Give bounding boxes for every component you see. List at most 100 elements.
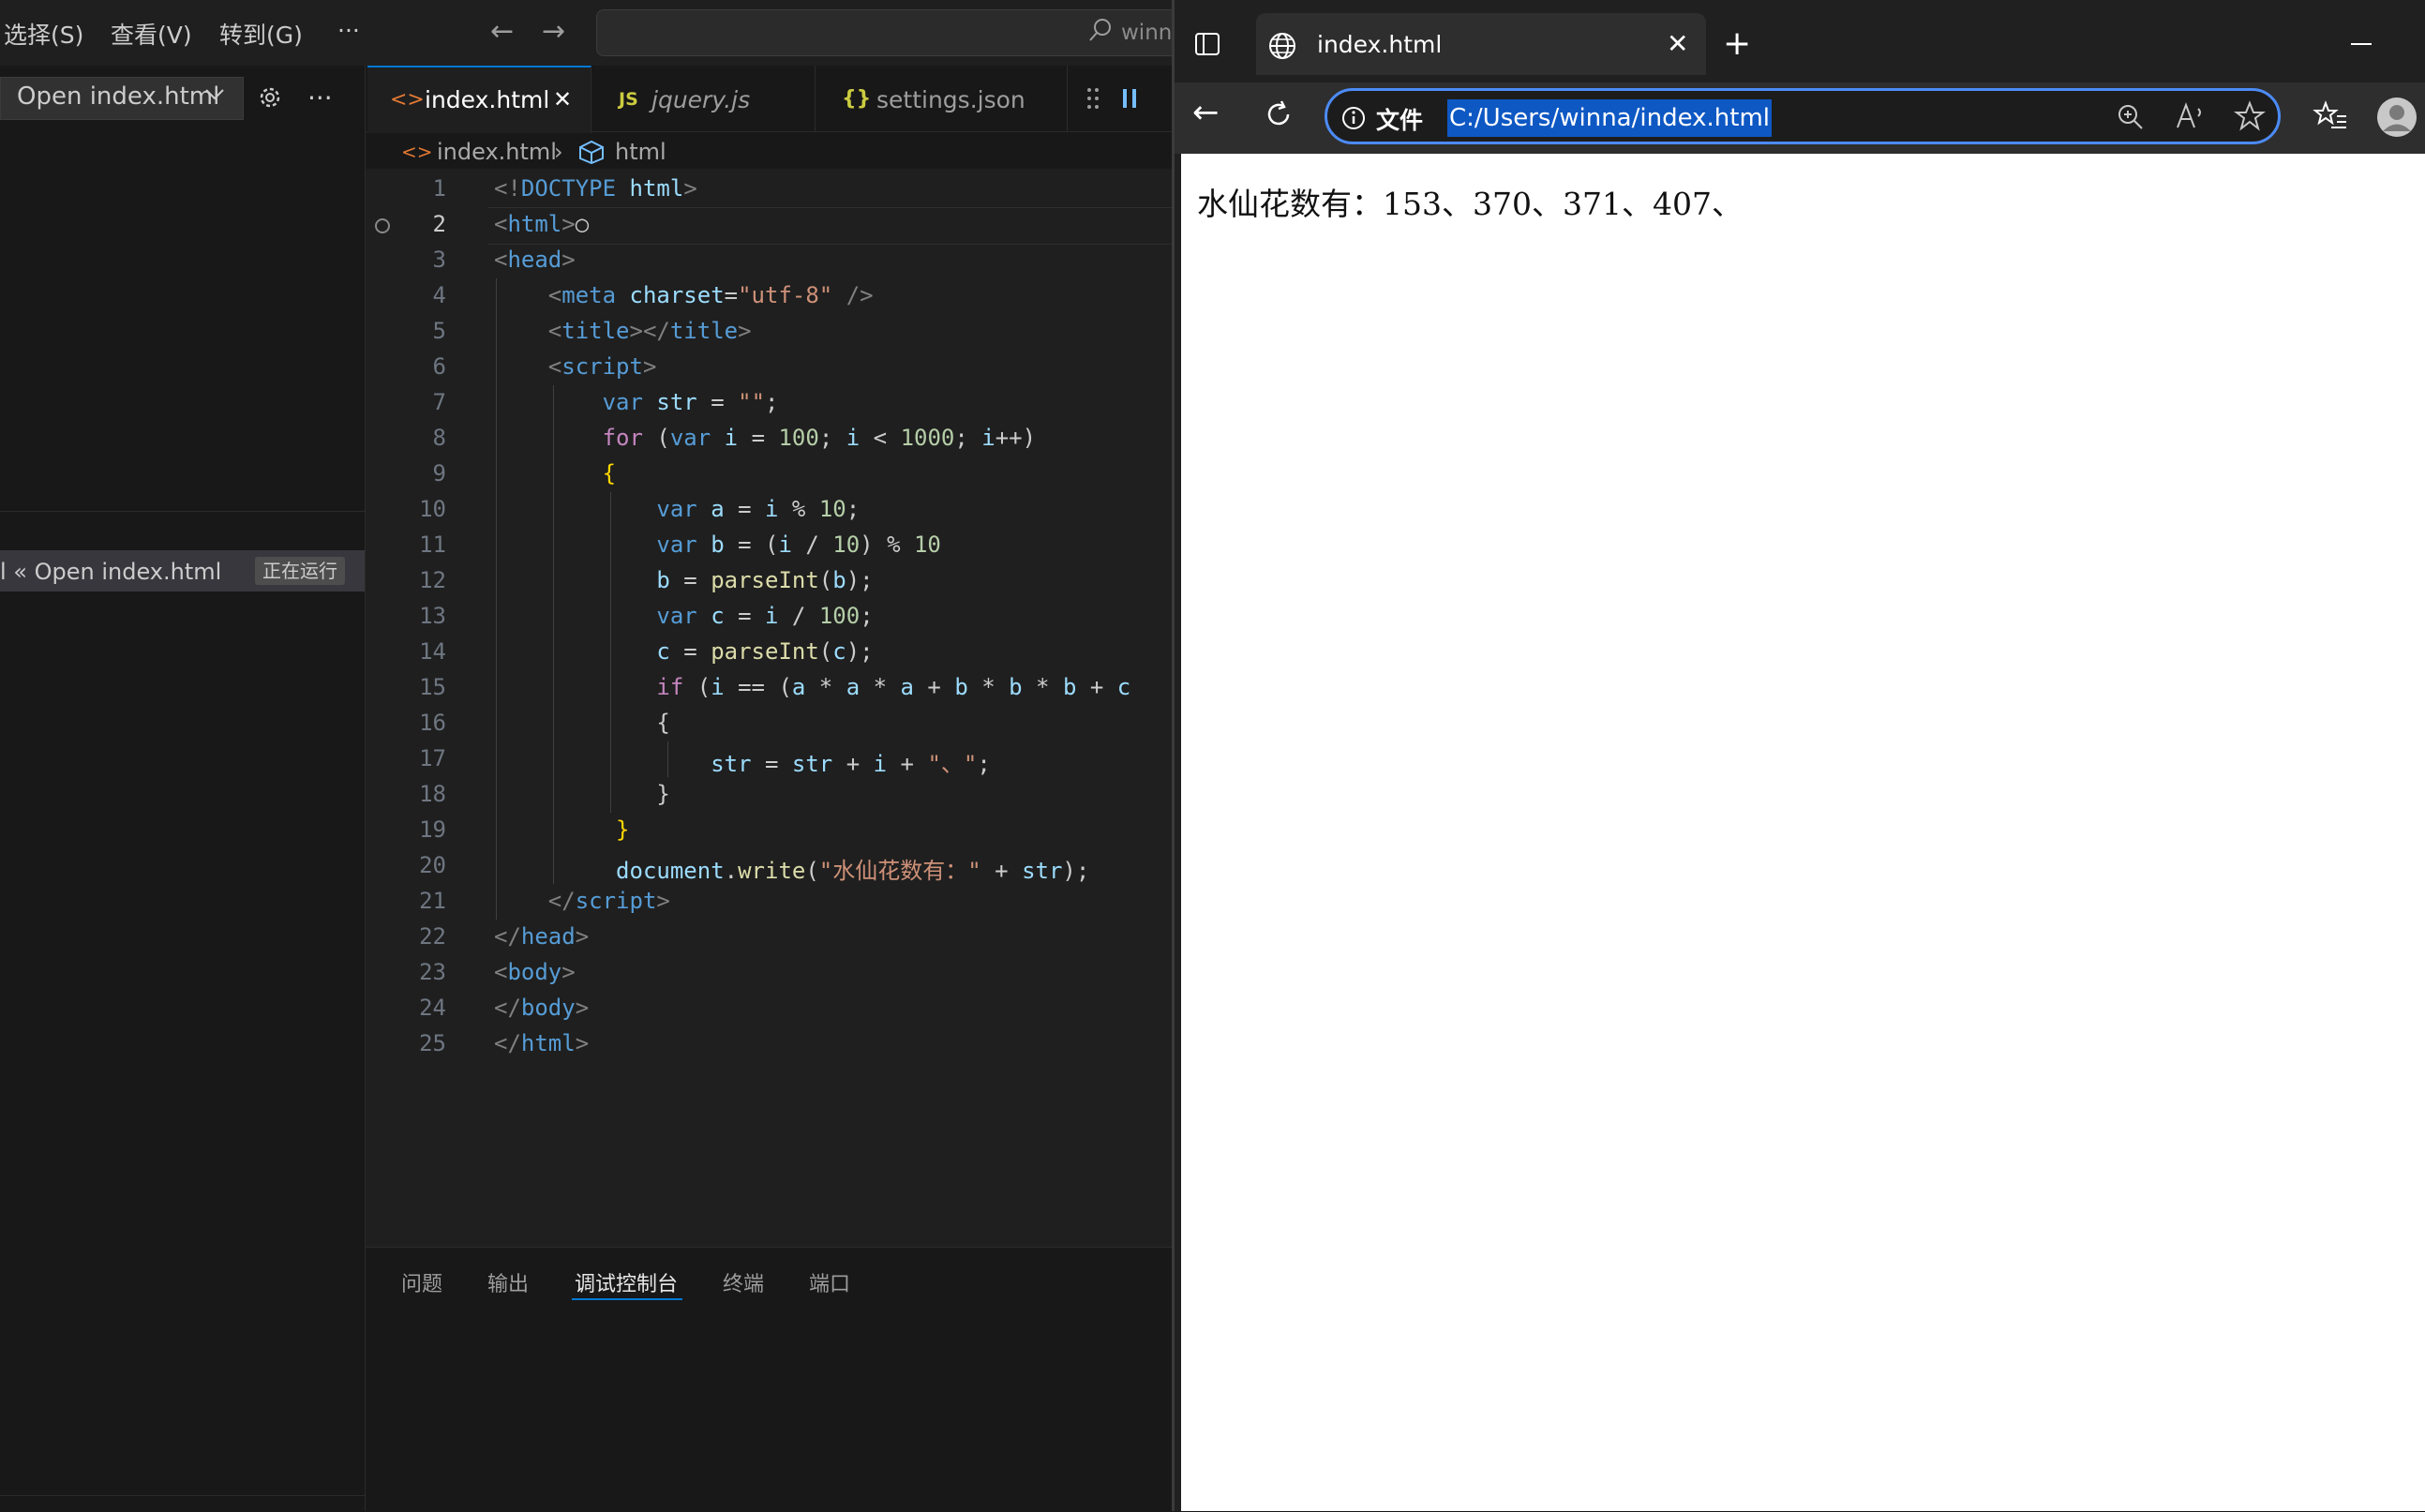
sidebar-divider <box>0 511 365 512</box>
code-line: if (i == (a * a * a + b * b * b + c <box>656 674 1131 700</box>
line-number: 23 <box>419 959 446 985</box>
line-number: 12 <box>419 567 446 593</box>
code-line: <script> <box>547 353 657 380</box>
code-line: } <box>494 781 670 807</box>
html-file-icon: <> <box>390 88 425 112</box>
line-number: 6 <box>432 353 446 380</box>
line-number: 17 <box>419 745 446 771</box>
code-line: str = str + i + "、"; <box>711 751 991 777</box>
tab-actions-icon[interactable] <box>1193 30 1221 58</box>
line-number: 19 <box>419 816 446 843</box>
line-number: 3 <box>432 247 446 273</box>
minimize-icon[interactable] <box>2351 43 2372 45</box>
line-number: 2 <box>432 211 446 237</box>
line-number: 1 <box>432 175 446 202</box>
code-line: <meta charset="utf-8" /> <box>547 282 874 308</box>
call-stack-label: l « Open index.html <box>0 559 222 585</box>
run-config-label: Open index.html <box>17 82 220 111</box>
line-number: 5 <box>432 318 446 344</box>
code-line: <!DOCTYPE html> <box>494 175 697 202</box>
tab-label: index.html <box>425 86 550 113</box>
pause-icon[interactable] <box>1120 86 1139 111</box>
line-number: 7 <box>432 389 446 415</box>
symbol-cube-icon <box>579 140 604 164</box>
code-line: } <box>616 816 630 843</box>
drag-handle-icon[interactable] <box>1085 86 1100 111</box>
line-number: 4 <box>432 282 446 308</box>
code-line: var c = i / 100; <box>656 603 874 629</box>
code-line: var str = ""; <box>602 389 779 415</box>
panel-tab-terminal[interactable]: 终端 <box>723 1267 764 1297</box>
tab-label: settings.json <box>876 86 1025 113</box>
menu-select[interactable]: 选择(S) <box>4 17 83 51</box>
line-number: 14 <box>419 638 446 665</box>
line-number: 10 <box>419 496 446 522</box>
page-output-text: 水仙花数有：153、370、371、407、 <box>1197 186 1743 222</box>
close-icon[interactable]: ✕ <box>553 86 572 112</box>
code-line: <html>○ <box>494 211 590 237</box>
code-line: { <box>602 460 617 487</box>
close-icon[interactable]: ✕ <box>1667 28 1688 59</box>
code-line: var a = i % 10; <box>656 496 861 522</box>
new-tab-icon[interactable]: + <box>1723 24 1751 63</box>
html-file-icon: <> <box>401 141 433 163</box>
address-scheme-label: 文件 <box>1376 107 1424 134</box>
forward-arrow-icon[interactable]: → <box>542 15 565 48</box>
line-number: 9 <box>432 460 446 487</box>
back-arrow-icon[interactable]: ← <box>1192 94 1220 131</box>
code-line: for (var i = 100; i < 1000; i++) <box>602 425 1037 451</box>
refresh-icon[interactable] <box>1263 98 1295 130</box>
breadcrumb-separator: › <box>554 139 563 165</box>
line-number: 20 <box>419 852 446 878</box>
avatar[interactable] <box>2376 97 2418 138</box>
line-number: 15 <box>419 674 446 700</box>
line-number: 25 <box>419 1030 446 1056</box>
chevron-down-icon <box>205 89 224 100</box>
code-line: c = parseInt(c); <box>656 638 874 665</box>
js-file-icon: JS <box>619 89 638 110</box>
search-icon <box>1089 19 1111 41</box>
line-number: 21 <box>419 888 446 914</box>
more-actions-icon[interactable]: ··· <box>307 82 333 113</box>
code-line: <body> <box>494 959 576 985</box>
code-line: b = parseInt(b); <box>656 567 874 593</box>
code-line: var b = (i / 10) % 10 <box>656 531 941 558</box>
globe-icon <box>1269 33 1295 59</box>
panel-tab-problems[interactable]: 问题 <box>401 1267 442 1297</box>
menu-goto[interactable]: 转到(G) <box>219 17 303 51</box>
panel-tab-debug-console[interactable]: 调试控制台 <box>575 1267 678 1297</box>
menu-view[interactable]: 查看(V) <box>111 17 192 51</box>
address-url[interactable]: C:/Users/winna/index.html <box>1447 99 1772 137</box>
browser-tab-title: index.html <box>1317 31 1443 58</box>
sidebar-bottom-divider <box>0 1495 365 1496</box>
code-line: document.write("水仙花数有：" + str); <box>616 858 1090 884</box>
code-line: <head> <box>494 247 576 273</box>
line-number: 24 <box>419 995 446 1021</box>
favorite-star-icon[interactable] <box>2234 100 2266 132</box>
breadcrumb-file[interactable]: index.html <box>437 139 557 165</box>
read-aloud-icon[interactable] <box>2175 101 2207 131</box>
code-line: { <box>494 710 670 736</box>
active-tab-indicator <box>572 1298 682 1300</box>
breakpoint-hint-icon[interactable] <box>375 218 390 233</box>
info-icon[interactable] <box>1340 105 1367 131</box>
gear-icon[interactable] <box>256 83 284 112</box>
panel-tab-output[interactable]: 输出 <box>487 1267 529 1297</box>
code-line: </body> <box>494 995 590 1021</box>
line-number: 11 <box>419 531 446 558</box>
line-number: 16 <box>419 710 446 736</box>
code-line: </script> <box>547 888 670 914</box>
line-number: 22 <box>419 923 446 950</box>
favorites-icon[interactable] <box>2313 100 2348 132</box>
page-content <box>1181 154 2425 1511</box>
menu-more[interactable]: ··· <box>337 17 360 44</box>
panel-tab-ports[interactable]: 端口 <box>809 1267 850 1297</box>
back-arrow-icon[interactable]: ← <box>490 15 514 48</box>
json-file-icon: {} <box>842 87 872 111</box>
code-line: </html> <box>494 1030 590 1056</box>
tab-label: jquery.js <box>651 86 751 113</box>
zoom-icon[interactable] <box>2116 102 2146 132</box>
bottom-panel <box>366 1247 1172 1512</box>
breadcrumb-symbol[interactable]: html <box>615 139 666 165</box>
sidebar <box>0 66 366 1511</box>
